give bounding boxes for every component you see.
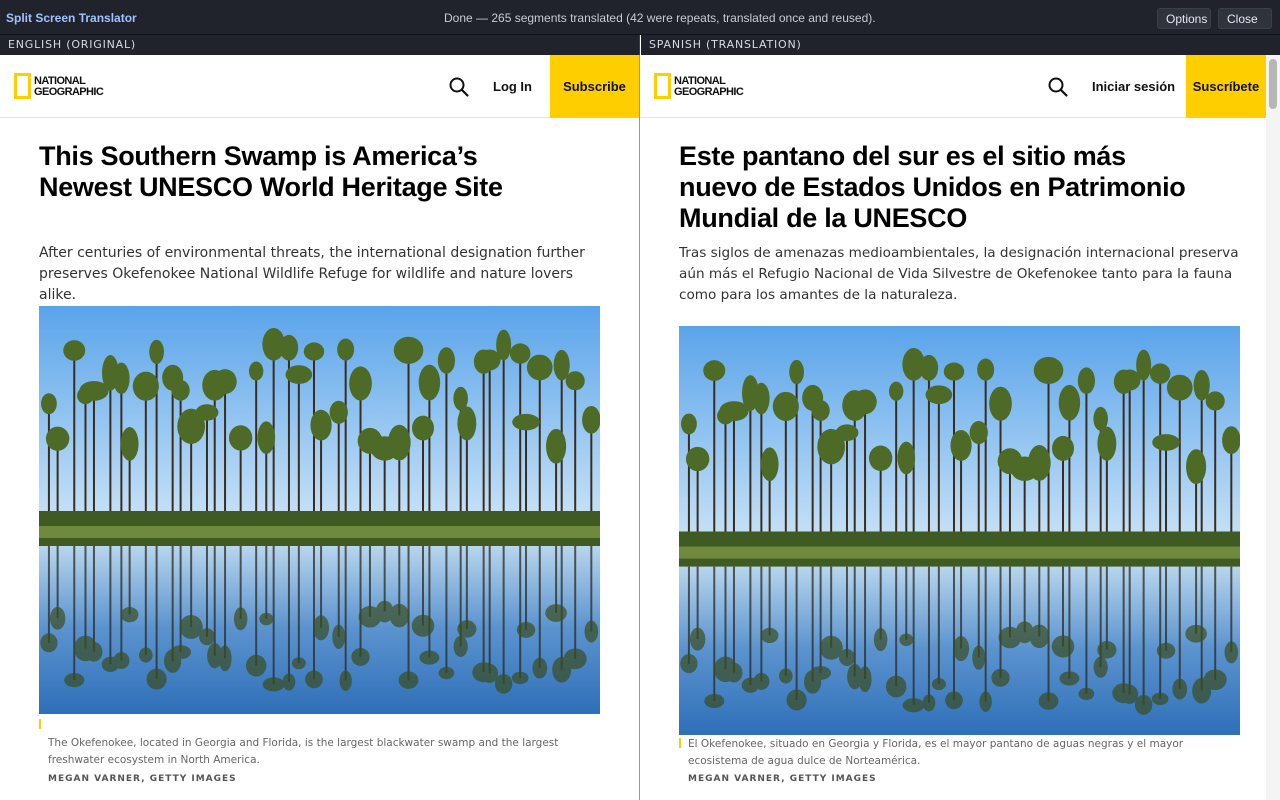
site-header: NATIONAL GEOGRAPHIC Iniciar sesión Suscr… xyxy=(640,55,1280,118)
swamp-photo-illustration xyxy=(679,326,1240,735)
login-link[interactable]: Iniciar sesión xyxy=(1092,79,1175,94)
scrollbar[interactable] xyxy=(1266,55,1280,800)
translation-pane[interactable]: NATIONAL GEOGRAPHIC Iniciar sesión Suscr… xyxy=(640,55,1280,800)
subscribe-button[interactable]: Suscríbete xyxy=(1186,55,1266,118)
site-header: NATIONAL GEOGRAPHIC Log In Subscribe xyxy=(0,55,639,118)
caption-accent-bar xyxy=(679,738,681,748)
natgeo-yellow-frame-icon xyxy=(14,73,31,99)
photo-caption: El Okefenokee, situado en Georgia y Flor… xyxy=(688,738,1184,767)
app-title: Split Screen Translator xyxy=(6,11,137,25)
subscribe-button[interactable]: Subscribe xyxy=(550,55,639,118)
hero-photo xyxy=(679,326,1240,735)
status-message: Done — 265 segments translated (42 were … xyxy=(444,11,876,25)
natgeo-yellow-frame-icon xyxy=(654,73,671,99)
search-icon[interactable] xyxy=(1046,75,1070,99)
photo-caption: The Okefenokee, located in Georgia and F… xyxy=(48,737,559,766)
hero-photo xyxy=(39,306,600,714)
scroll-thumb[interactable] xyxy=(1269,59,1277,109)
logo-text: NATIONAL GEOGRAPHIC xyxy=(34,75,104,98)
close-button[interactable]: Close ✕ xyxy=(1218,8,1272,47)
photo-credit: MEGAN VARNER, GETTY IMAGES xyxy=(48,774,237,784)
options-button[interactable]: Options xyxy=(1157,8,1211,29)
pane-label-translation: SPANISH (TRANSLATION) xyxy=(641,35,1280,55)
pane-label-original: ENGLISH (ORIGINAL) xyxy=(0,35,640,55)
original-pane[interactable]: NATIONAL GEOGRAPHIC Log In Subscribe Thi… xyxy=(0,55,639,800)
article-headline: Este pantano del sur es el sitio más nue… xyxy=(679,141,1186,233)
photo-credit: MEGAN VARNER, GETTY IMAGES xyxy=(688,774,877,784)
login-link[interactable]: Log In xyxy=(493,79,532,94)
translator-toolbar: Split Screen Translator Done — 265 segme… xyxy=(0,0,1280,47)
article-dek: After centuries of environmental threats… xyxy=(39,245,585,303)
article-dek: Tras siglos de amenazas medioambientales… xyxy=(679,245,1239,303)
article-headline: This Southern Swamp is America’s Newest … xyxy=(39,141,503,202)
caption-accent-bar xyxy=(39,719,41,729)
swamp-photo-illustration xyxy=(39,306,600,714)
logo-text: NATIONAL GEOGRAPHIC xyxy=(674,75,744,98)
search-icon[interactable] xyxy=(447,75,471,99)
